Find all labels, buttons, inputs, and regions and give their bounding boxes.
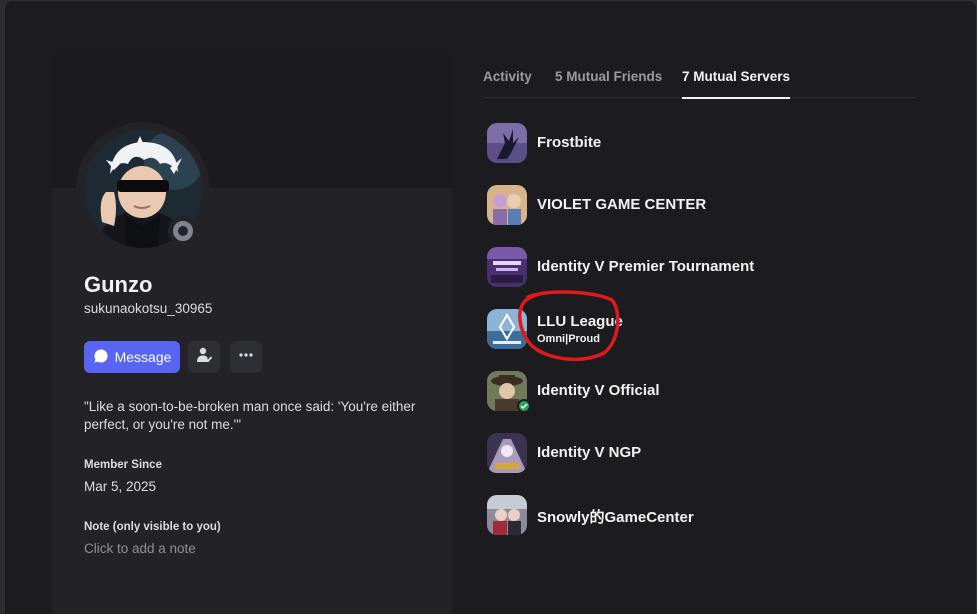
member-since-date: Mar 5, 2025: [84, 479, 157, 494]
tab-mutual-servers[interactable]: 7 Mutual Servers: [682, 69, 791, 99]
server-item-violet-game-center[interactable]: VIOLET GAME CENTER: [487, 185, 917, 229]
note-input[interactable]: Click to add a note: [84, 541, 196, 556]
server-item-identity-v-official[interactable]: Identity V Official: [487, 371, 917, 415]
server-name: Frostbite: [537, 134, 602, 151]
server-icon-snowly-gamecenter: [487, 495, 527, 535]
username: sukunaokotsu_30965: [84, 301, 213, 316]
server-icon-llu-league: [487, 309, 527, 349]
tab-mutual-friends[interactable]: 5 Mutual Friends: [555, 69, 662, 84]
more-options-button[interactable]: [230, 341, 262, 373]
server-icon-frostbite: [487, 123, 527, 163]
server-name: LLU League: [537, 313, 623, 330]
message-button[interactable]: Message: [84, 341, 180, 373]
note-title: Note (only visible to you): [84, 521, 221, 533]
server-item-llu-league[interactable]: LLU League Omni|Proud: [487, 309, 917, 353]
server-item-frostbite[interactable]: Frostbite: [487, 123, 917, 167]
server-icon-violet-game-center: [487, 185, 527, 225]
server-name: Identity V NGP: [537, 444, 642, 461]
chat-bubble-icon: [93, 348, 109, 367]
add-friend-button[interactable]: [188, 341, 220, 373]
server-item-identity-v-premier-tournament[interactable]: Identity V Premier Tournament: [487, 247, 917, 291]
tab-activity[interactable]: Activity: [483, 69, 532, 84]
profile-tabs: Activity 5 Mutual Friends 7 Mutual Serve…: [483, 65, 915, 99]
verified-check-icon: [517, 399, 531, 413]
member-since-title: Member Since: [84, 459, 162, 471]
server-nickname: Omni|Proud: [537, 333, 600, 345]
server-icon-identity-v-premier-tournament: [487, 247, 527, 287]
display-name: Gunzo: [84, 272, 153, 297]
server-name: Identity V Official: [537, 382, 660, 399]
server-icon-identity-v-ngp: [487, 433, 527, 473]
server-name: Identity V Premier Tournament: [537, 258, 755, 275]
message-button-label: Message: [114, 349, 172, 365]
server-name: Snowly的GameCenter: [537, 509, 694, 526]
server-item-identity-v-ngp[interactable]: Identity V NGP: [487, 433, 917, 477]
profile-card: Gunzo sukunaokotsu_30965 Message "Like a…: [52, 48, 452, 614]
bio-text: "Like a soon-to-be-broken man once said:…: [84, 399, 416, 432]
server-item-snowly-gamecenter[interactable]: Snowly的GameCenter: [487, 495, 917, 539]
more-horizontal-icon: [237, 346, 255, 369]
server-name: VIOLET GAME CENTER: [537, 196, 707, 213]
status-offline-indicator: [168, 216, 198, 246]
add-friend-icon: [195, 346, 213, 369]
user-profile-modal: Gunzo sukunaokotsu_30965 Message "Like a…: [4, 0, 977, 614]
